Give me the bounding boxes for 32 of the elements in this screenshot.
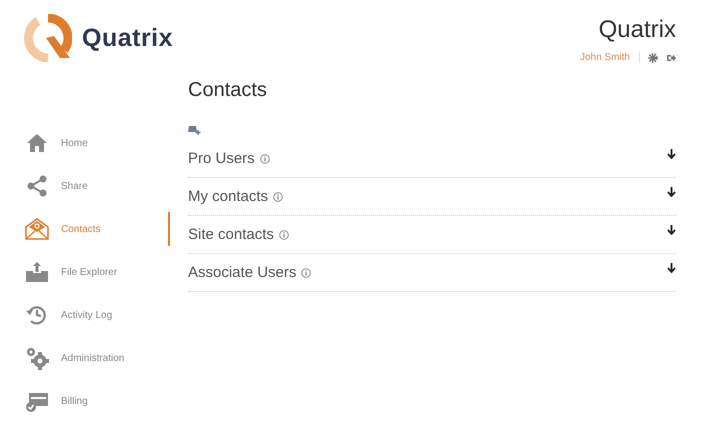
logout-icon[interactable] xyxy=(666,52,676,62)
expand-arrow-icon[interactable] xyxy=(667,149,676,159)
sidebar-item[interactable]: Billing xyxy=(0,384,170,418)
info-icon[interactable] xyxy=(301,268,312,278)
group-title[interactable]: Site contacts xyxy=(188,226,274,243)
page-title: Contacts xyxy=(188,79,268,102)
gears-icon xyxy=(25,346,49,370)
app-title: Quatrix xyxy=(598,16,676,44)
info-icon[interactable] xyxy=(260,154,270,164)
expand-arrow-icon[interactable] xyxy=(667,225,676,235)
upload-icon xyxy=(25,260,49,284)
sidebar-item[interactable]: Activity Log xyxy=(0,298,170,332)
sidebar-item[interactable]: Administration xyxy=(0,341,170,375)
envelope-icon xyxy=(25,217,49,241)
sidebar-item[interactable]: Home xyxy=(0,126,170,160)
expand-arrow-icon[interactable] xyxy=(667,263,676,273)
sidebar-item[interactable]: Contacts xyxy=(0,212,170,246)
user-name-link[interactable]: John Smith xyxy=(580,52,640,63)
add-contact-icon[interactable] xyxy=(188,125,201,135)
info-icon[interactable] xyxy=(278,230,289,240)
home-icon xyxy=(25,131,49,155)
sidebar-item[interactable]: File Explorer xyxy=(0,255,170,289)
sidebar-item[interactable]: Share xyxy=(0,169,170,203)
group-title[interactable]: Pro Users xyxy=(188,150,255,167)
share-icon xyxy=(25,174,49,198)
logo-text: Quatrix xyxy=(82,24,174,52)
info-icon[interactable] xyxy=(273,192,284,202)
logo-icon xyxy=(24,14,72,62)
group-title[interactable]: Associate Users xyxy=(188,264,296,281)
group-title[interactable]: My contacts xyxy=(188,188,268,205)
expand-arrow-icon[interactable] xyxy=(667,187,676,197)
settings-icon[interactable] xyxy=(648,52,658,62)
